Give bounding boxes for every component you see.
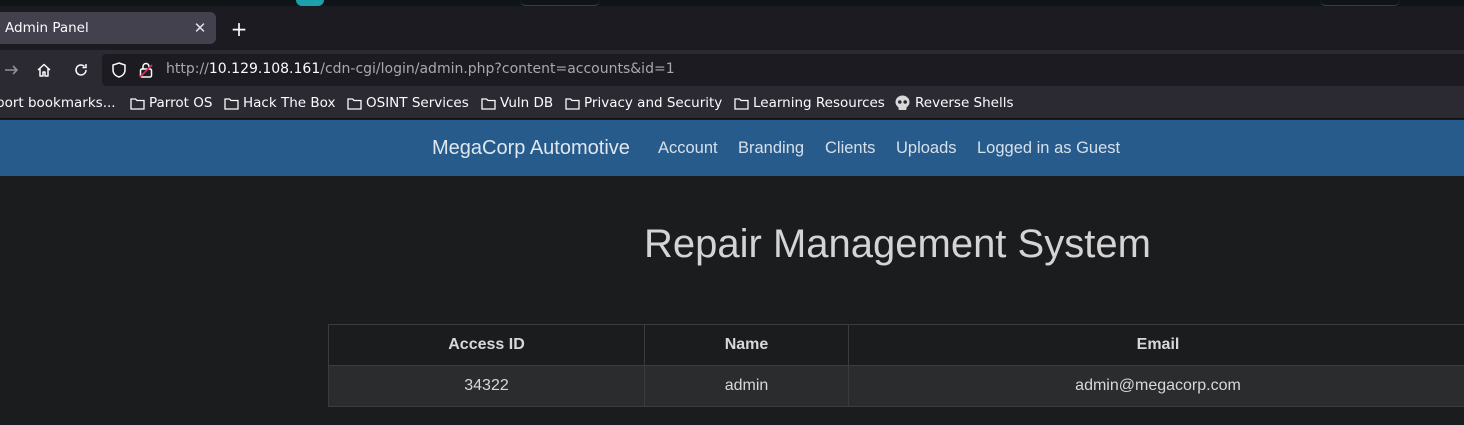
bookmark-reverse-shells[interactable]: Reverse Shells <box>894 95 1014 111</box>
bookmarks-toolbar: port bookmarks... Parrot OS Hack The Box… <box>0 90 1464 119</box>
page-title: Repair Management System <box>644 222 1151 266</box>
bookmark-label: Hack The Box <box>243 95 336 111</box>
bookmark-vuln-db[interactable]: Vuln DB <box>481 95 553 111</box>
url-scheme: http:// <box>166 61 209 77</box>
bookmark-label: port bookmarks... <box>0 95 116 111</box>
table-header-row: Access ID Name Email <box>328 324 1464 366</box>
cell-email: admin@megacorp.com <box>848 365 1464 407</box>
tab-title: Admin Panel <box>5 20 89 36</box>
bookmark-osint-services[interactable]: OSINT Services <box>347 95 469 111</box>
bookmark-import[interactable]: port bookmarks... <box>0 95 116 111</box>
reload-icon[interactable] <box>69 58 93 82</box>
bookmark-learning-resources[interactable]: Learning Resources <box>734 95 885 111</box>
site-navbar: MegaCorp Automotive Account Branding Cli… <box>0 120 1464 176</box>
url-path: /cdn-cgi/login/admin.php?content=account… <box>320 61 675 77</box>
nav-branding[interactable]: Branding <box>738 139 804 158</box>
folder-icon <box>130 97 145 110</box>
accounts-table: Access ID Name Email 34322 admin admin@m… <box>328 324 1464 407</box>
tab-admin-panel[interactable]: Admin Panel ✕ <box>0 12 216 44</box>
folder-icon <box>734 97 749 110</box>
cell-access-id: 34322 <box>328 365 645 407</box>
folder-icon <box>565 97 580 110</box>
close-icon[interactable]: ✕ <box>189 17 211 39</box>
bookmark-parrot-os[interactable]: Parrot OS <box>130 95 212 111</box>
web-page: MegaCorp Automotive Account Branding Cli… <box>0 120 1464 425</box>
nav-account[interactable]: Account <box>658 139 718 158</box>
site-brand[interactable]: MegaCorp Automotive <box>432 137 630 160</box>
nav-uploads[interactable]: Uploads <box>896 139 957 158</box>
bookmark-label: OSINT Services <box>366 95 469 111</box>
bookmark-hack-the-box[interactable]: Hack The Box <box>224 95 335 111</box>
cell-name: admin <box>644 365 849 407</box>
forward-arrow-icon[interactable] <box>0 58 24 82</box>
navigation-toolbar: http://10.129.108.161/cdn-cgi/login/admi… <box>0 50 1464 90</box>
url-host: 10.129.108.161 <box>208 61 321 77</box>
nav-logged-in-user[interactable]: Logged in as Guest <box>977 139 1120 158</box>
bookmark-label: Learning Resources <box>753 95 885 111</box>
folder-icon <box>224 97 239 110</box>
home-icon[interactable] <box>32 58 56 82</box>
table-row: 34322 admin admin@megacorp.com <box>328 365 1464 407</box>
url-bar[interactable]: http://10.129.108.161/cdn-cgi/login/admi… <box>102 54 1464 86</box>
nav-clients[interactable]: Clients <box>825 139 875 158</box>
bookmark-label: Privacy and Security <box>584 95 723 111</box>
folder-icon <box>347 97 362 110</box>
insecure-lock-icon[interactable] <box>138 61 154 83</box>
column-header-access-id: Access ID <box>328 324 645 366</box>
bookmark-privacy-and-security[interactable]: Privacy and Security <box>565 95 722 111</box>
url-text[interactable]: http://10.129.108.161/cdn-cgi/login/admi… <box>166 61 675 77</box>
bookmark-label: Reverse Shells <box>915 95 1014 111</box>
column-header-name: Name <box>644 324 849 366</box>
bookmark-label: Parrot OS <box>149 95 213 111</box>
shield-icon[interactable] <box>110 61 128 83</box>
column-header-email: Email <box>848 324 1464 366</box>
plus-icon[interactable]: + <box>226 16 252 42</box>
tab-bar: Admin Panel ✕ + <box>0 6 1464 50</box>
skull-icon <box>895 95 910 110</box>
folder-icon <box>481 97 496 110</box>
bookmark-label: Vuln DB <box>500 95 554 111</box>
